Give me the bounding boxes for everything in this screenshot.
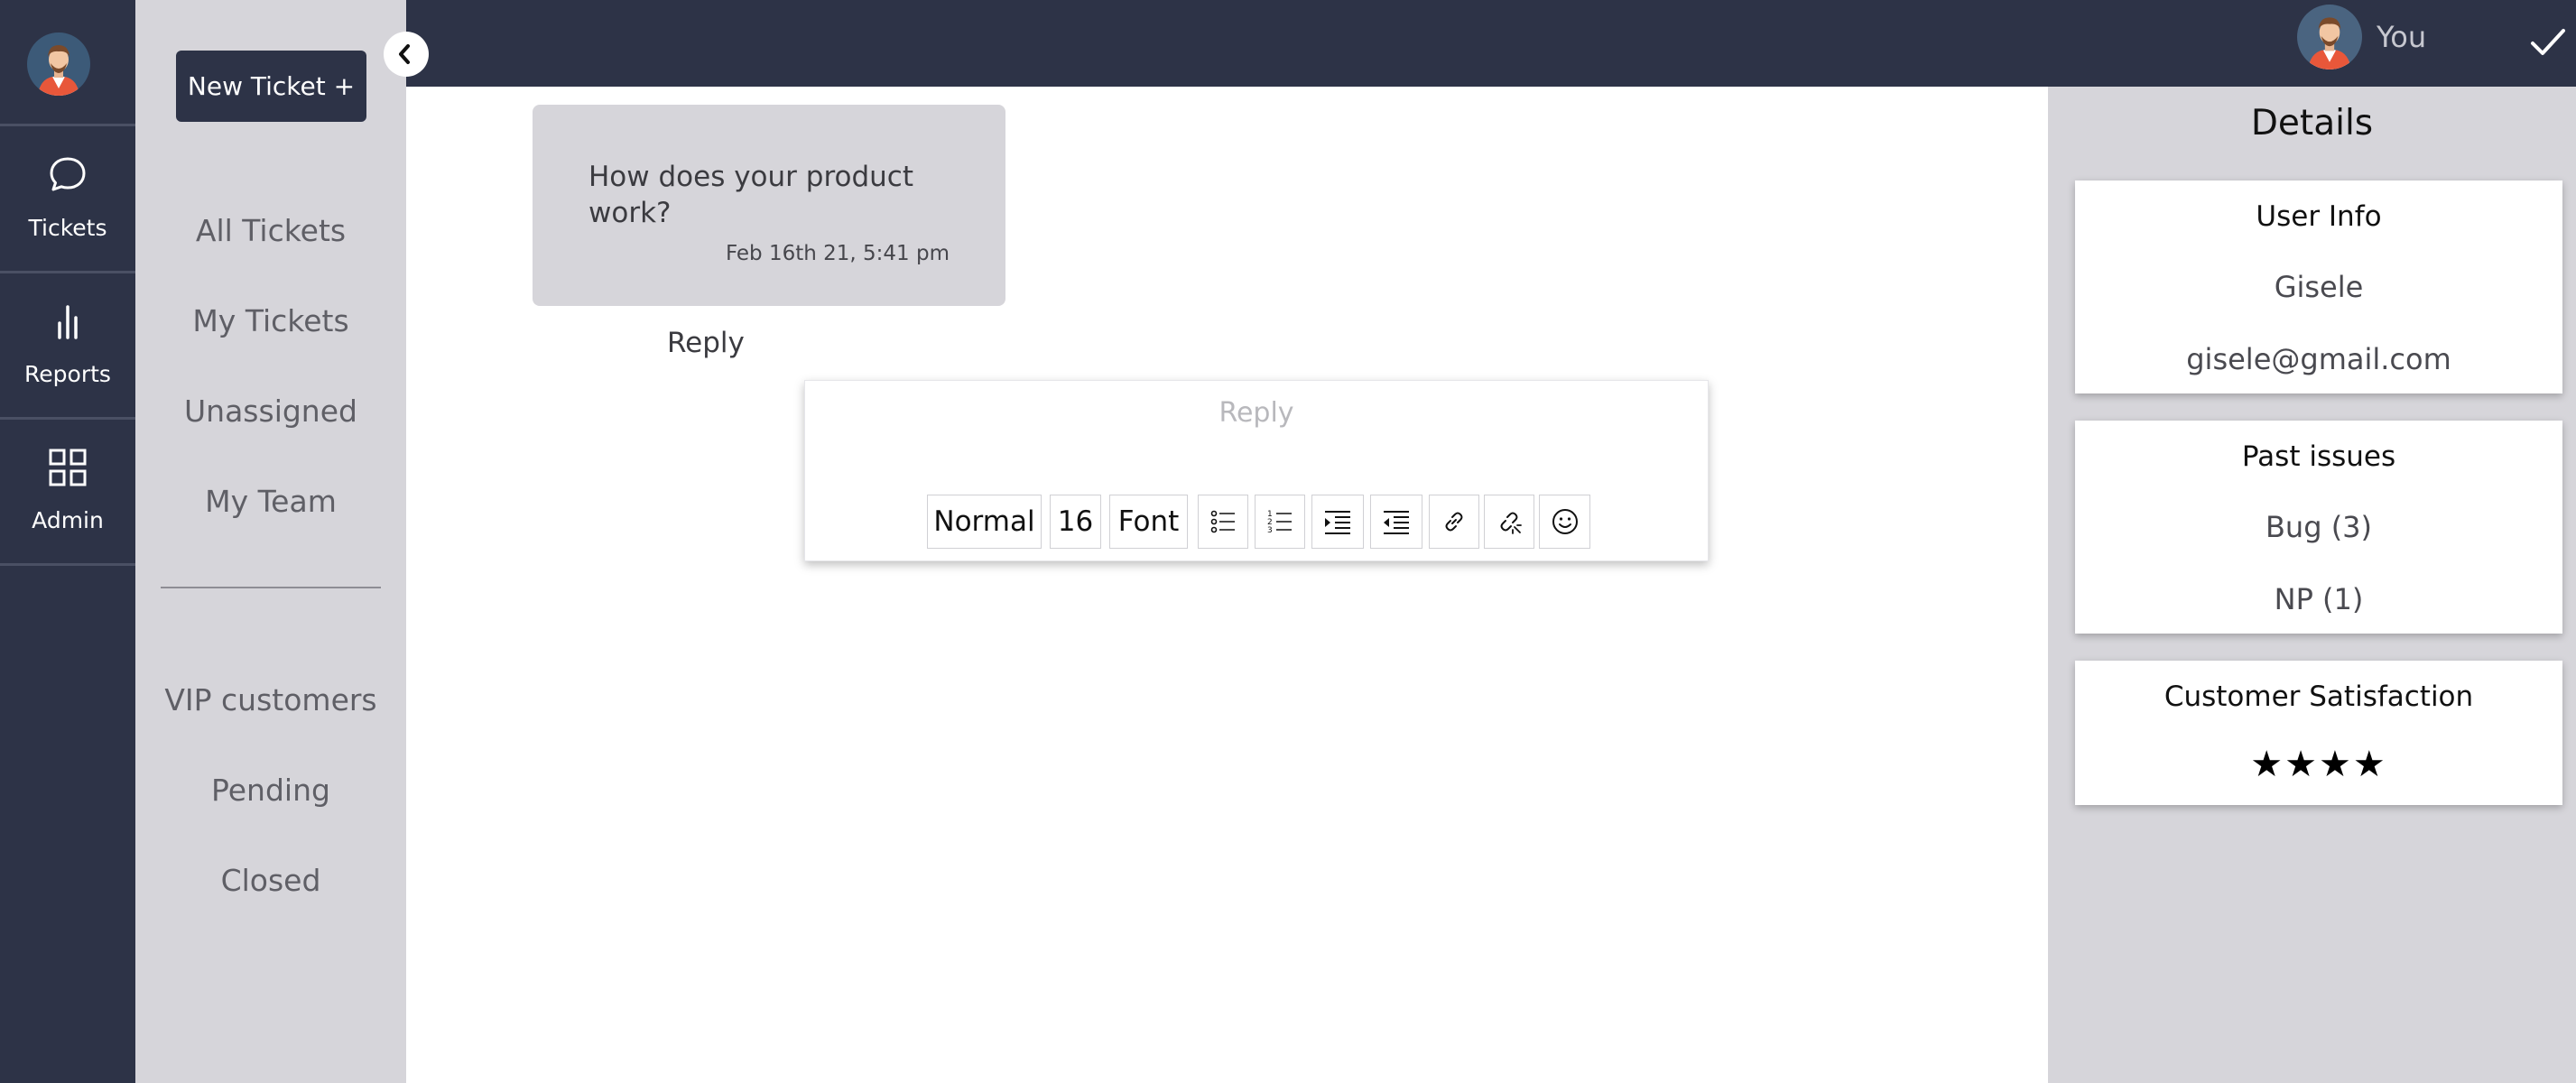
top-bar bbox=[406, 0, 2576, 87]
grid-icon bbox=[49, 449, 87, 486]
user-info-heading: User Info bbox=[2256, 200, 2382, 233]
past-issue-item[interactable]: Bug (3) bbox=[2075, 510, 2562, 544]
outdent-icon bbox=[1384, 511, 1409, 534]
satisfaction-card: Customer Satisfaction ★★★★ bbox=[2075, 661, 2562, 805]
star-rating: ★★★★ bbox=[2250, 744, 2387, 785]
insert-link-button[interactable] bbox=[1429, 495, 1479, 549]
user-avatar[interactable] bbox=[27, 32, 90, 96]
bullet-list-button[interactable] bbox=[1198, 495, 1248, 549]
past-issues-heading: Past issues bbox=[2241, 440, 2396, 473]
current-user-label: You bbox=[2377, 20, 2427, 54]
numbered-list-icon: 1 2 3 bbox=[1267, 510, 1292, 535]
icon-rail: Tickets Reports Admin bbox=[0, 0, 135, 1083]
nav-view-pending[interactable]: Pending bbox=[135, 773, 406, 808]
bar-chart-icon bbox=[58, 305, 78, 339]
message-timestamp: Feb 16th 21, 5:41 pm bbox=[725, 242, 950, 265]
avatar-icon bbox=[2297, 5, 2362, 69]
rail-label-reports: Reports bbox=[24, 361, 111, 387]
past-issues-card: Past issues Bug (3) NP (1) bbox=[2075, 421, 2562, 634]
nav-link-unassigned[interactable]: Unassigned bbox=[135, 393, 406, 429]
text-style-select[interactable]: Normal bbox=[927, 495, 1042, 549]
nav-link-all-tickets[interactable]: All Tickets bbox=[135, 213, 406, 248]
indent-icon bbox=[1325, 511, 1350, 534]
nav-view-closed[interactable]: Closed bbox=[135, 863, 406, 898]
current-user-avatar[interactable] bbox=[2297, 5, 2362, 69]
nav-link-my-team[interactable]: My Team bbox=[135, 484, 406, 519]
font-size-select[interactable]: 16 bbox=[1050, 495, 1101, 549]
font-family-select[interactable]: Font bbox=[1109, 495, 1188, 549]
user-info-card: User Info Gisele gisele@gmail.com bbox=[2075, 180, 2562, 393]
bullet-list-icon bbox=[1210, 510, 1235, 533]
reply-link[interactable]: Reply bbox=[667, 327, 745, 359]
message-bubble: How does your product work? Feb 16th 21,… bbox=[533, 105, 1005, 306]
nav-link-my-tickets[interactable]: My Tickets bbox=[135, 303, 406, 338]
satisfaction-heading: Customer Satisfaction bbox=[2164, 680, 2474, 713]
outdent-button[interactable] bbox=[1370, 495, 1422, 549]
collapse-sidebar-button[interactable] bbox=[384, 32, 429, 77]
rail-label-tickets: Tickets bbox=[28, 215, 107, 241]
svg-text:3: 3 bbox=[1267, 526, 1273, 535]
rail-item-tickets[interactable]: Tickets bbox=[0, 126, 135, 271]
nav-divider bbox=[161, 587, 381, 588]
checkmark-icon[interactable] bbox=[2527, 22, 2569, 63]
rail-label-admin: Admin bbox=[32, 507, 104, 533]
reply-editor: Normal 16 Font 1 2 3 bbox=[804, 380, 1709, 561]
user-name: Gisele bbox=[2274, 270, 2364, 304]
chevron-left-icon bbox=[399, 44, 410, 64]
indent-button[interactable] bbox=[1311, 495, 1364, 549]
rail-item-admin[interactable]: Admin bbox=[0, 419, 135, 563]
link-icon bbox=[1445, 512, 1463, 532]
details-panel: Details User Info Gisele gisele@gmail.co… bbox=[2048, 87, 2576, 1083]
user-email: gisele@gmail.com bbox=[2186, 342, 2451, 376]
remove-link-button[interactable] bbox=[1484, 495, 1534, 549]
details-title: Details bbox=[2250, 103, 2374, 143]
rail-divider bbox=[0, 563, 135, 566]
numbered-list-button[interactable]: 1 2 3 bbox=[1255, 495, 1305, 549]
emoji-button[interactable] bbox=[1539, 495, 1590, 549]
nav-view-vip-customers[interactable]: VIP customers bbox=[135, 682, 406, 717]
chat-bubble-icon bbox=[50, 157, 86, 191]
avatar-icon bbox=[27, 32, 90, 96]
smiley-icon bbox=[1552, 509, 1578, 534]
new-ticket-button[interactable]: New Ticket + bbox=[176, 51, 366, 122]
reply-input[interactable] bbox=[805, 390, 1708, 435]
ticket-nav-panel: New Ticket + All Tickets My Tickets Unas… bbox=[135, 0, 406, 1083]
unlink-icon bbox=[1500, 512, 1522, 534]
past-issue-item[interactable]: NP (1) bbox=[2075, 582, 2562, 616]
rail-item-reports[interactable]: Reports bbox=[0, 273, 135, 417]
message-text: How does your product work? bbox=[588, 161, 913, 229]
